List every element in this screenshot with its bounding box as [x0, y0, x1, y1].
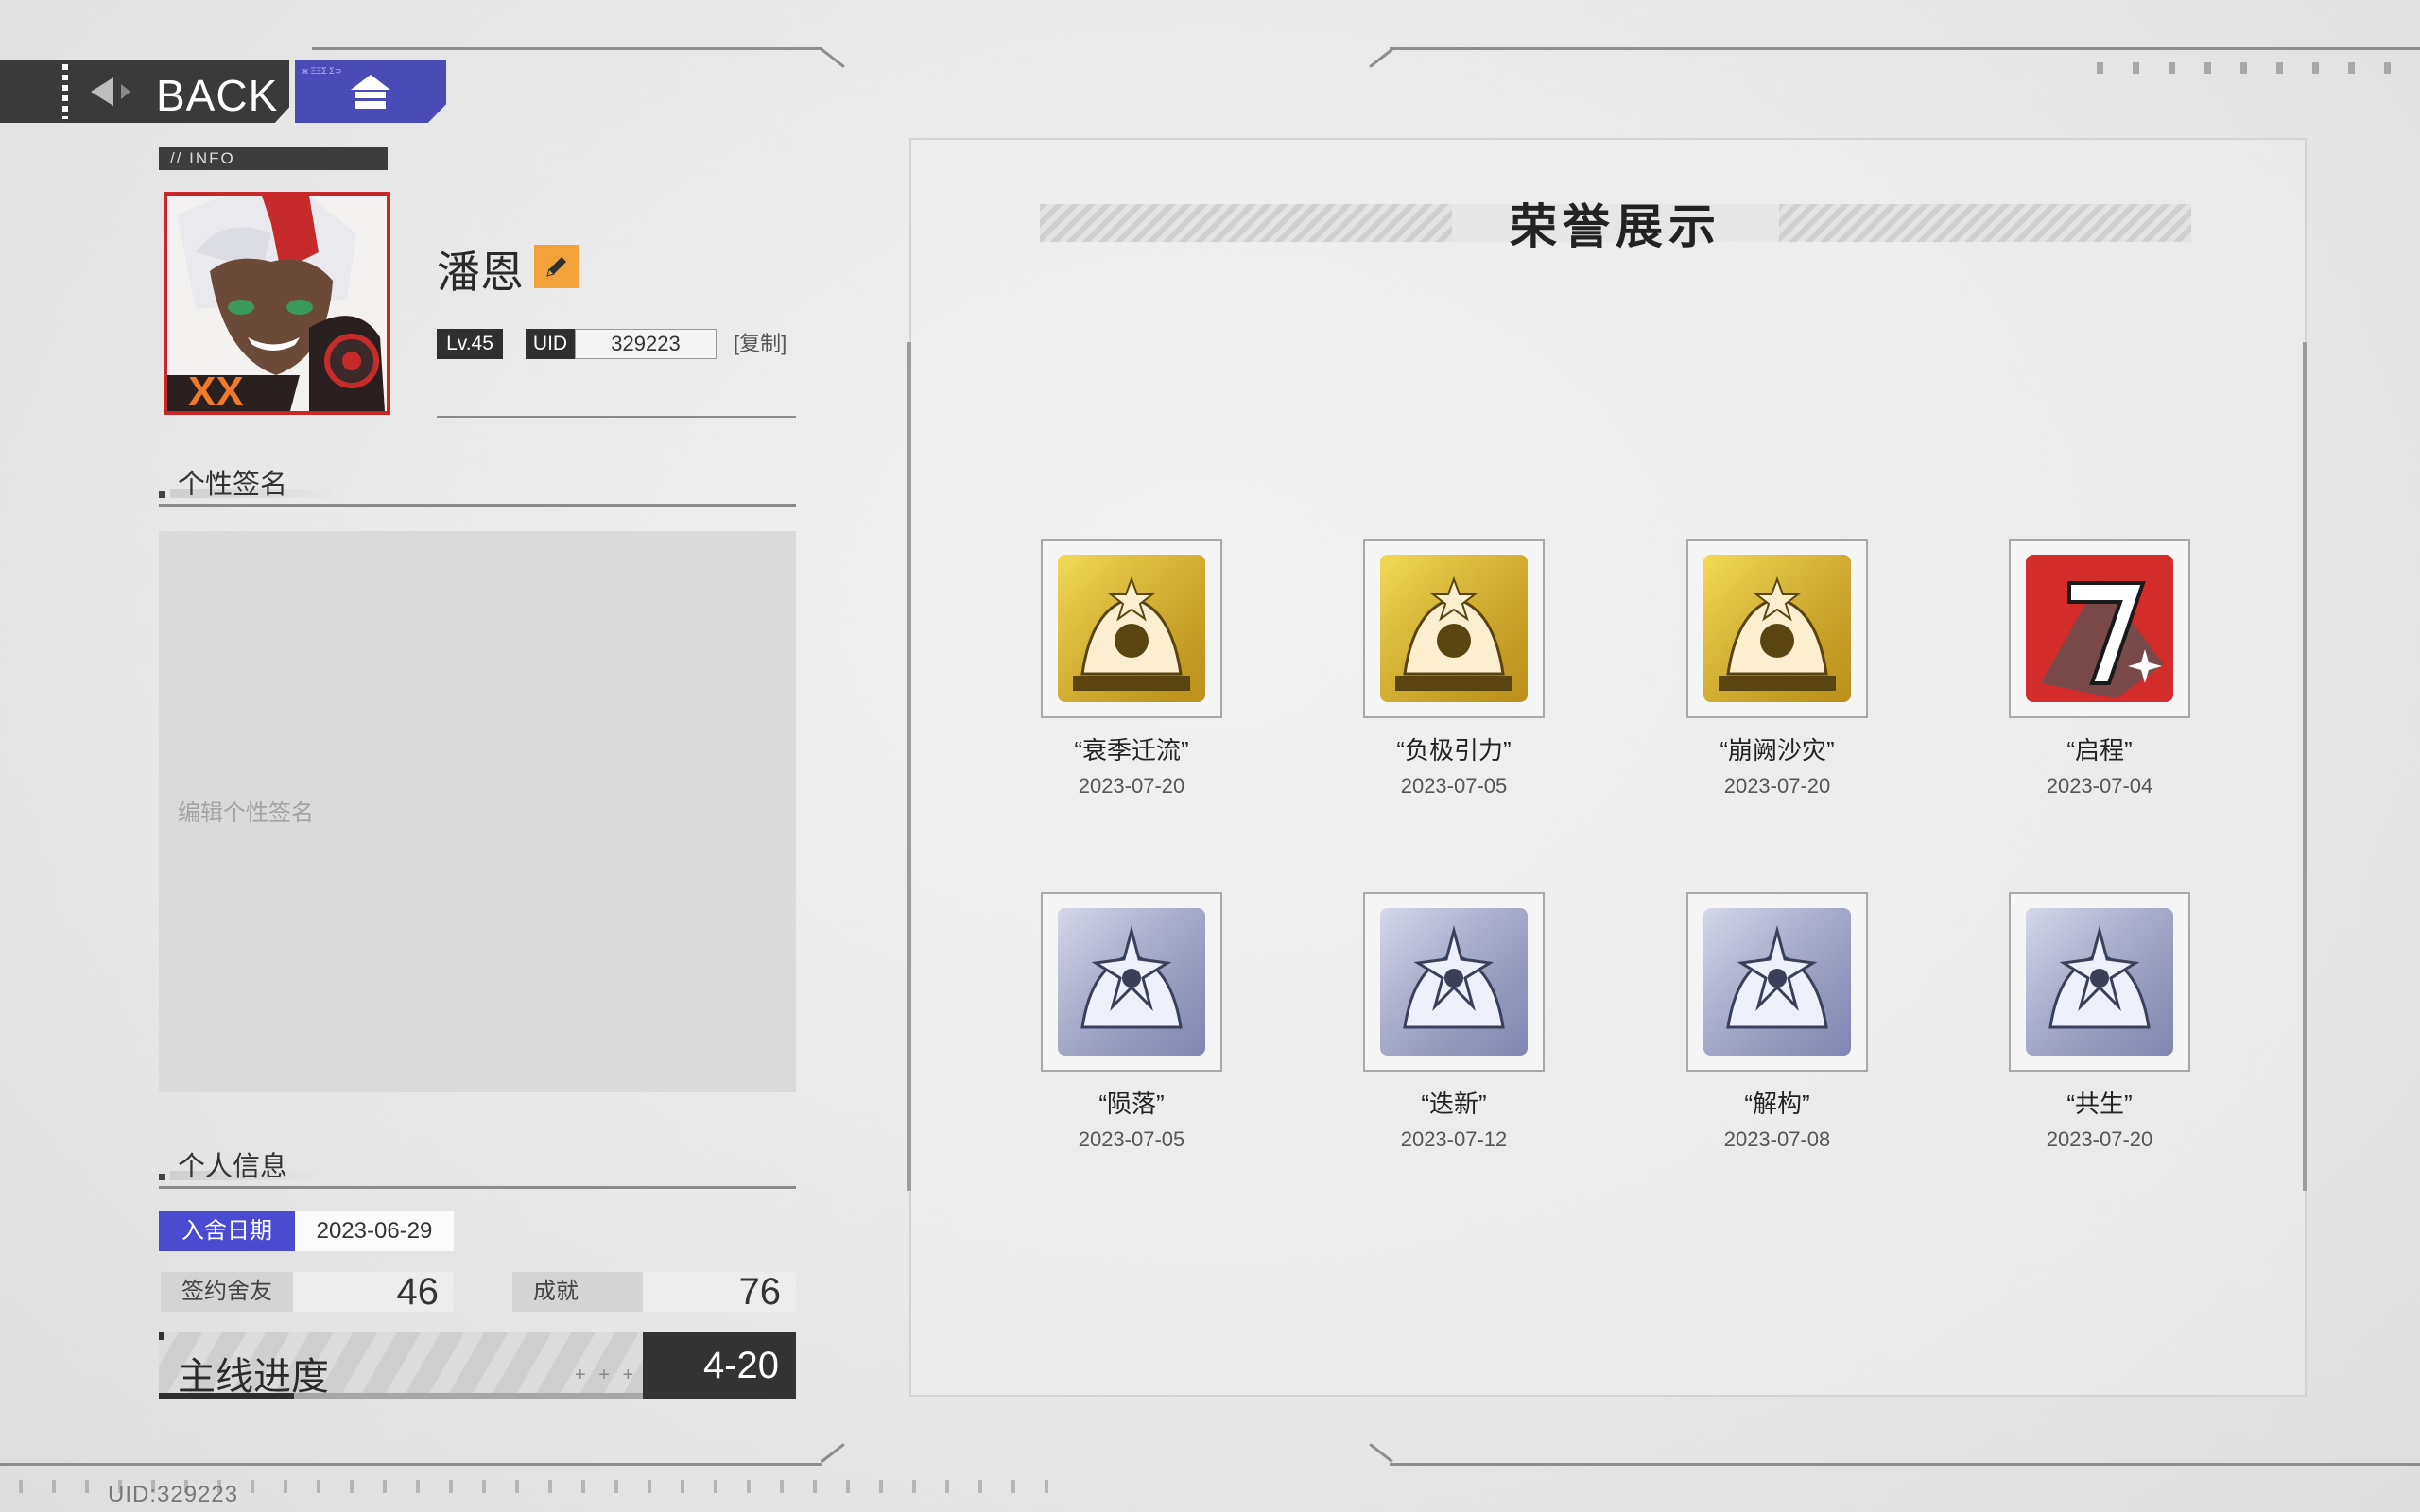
achievements-label: 成就: [512, 1272, 643, 1312]
bottom-frame-corner-right: [1369, 1443, 1393, 1463]
top-frame-right: [1390, 47, 2420, 50]
medal-name: “解构”: [1744, 1090, 1810, 1118]
honor-panel-left-edge: [908, 342, 911, 1191]
avatar-portrait-icon: XX: [167, 196, 387, 411]
medal-item[interactable]: “共生” 2023-07-20: [2009, 892, 2190, 1152]
medal-date: 2023-07-20: [1723, 774, 1831, 798]
medal-date: 2023-07-05: [1400, 774, 1508, 798]
uid-value: 329223: [575, 329, 717, 359]
personal-info-section-title: 个人信息: [178, 1152, 288, 1182]
progress-plus-marks: + + +: [575, 1365, 638, 1385]
join-date-label: 入舍日期: [159, 1211, 295, 1251]
medal-date: 2023-07-12: [1400, 1127, 1508, 1151]
medal-item[interactable]: “启程” 2023-07-04: [2009, 539, 2190, 799]
medal-frame: [2009, 892, 2190, 1072]
medal-item[interactable]: “解构” 2023-07-08: [1686, 892, 1868, 1152]
gold-figure-medal-icon: [1380, 555, 1528, 702]
medal-name: “崩阙沙灾”: [1720, 736, 1835, 765]
signature-input[interactable]: 编辑个性签名: [159, 531, 796, 1092]
progress-value: 4-20: [643, 1332, 796, 1399]
gold-mech-medal-icon: [1058, 555, 1205, 702]
medal-date: 2023-07-04: [2046, 774, 2153, 798]
avatar[interactable]: XX: [164, 192, 390, 415]
medal-item[interactable]: “崩阙沙灾” 2023-07-20: [1686, 539, 1868, 799]
player-name: 潘恩: [437, 248, 524, 297]
level-badge: Lv.45: [437, 329, 503, 359]
progress-bar-fill: [159, 1393, 295, 1399]
info-tag: // INFO: [159, 147, 388, 170]
medal-frame: [1686, 892, 1868, 1072]
medal-frame: [1363, 892, 1545, 1072]
medal-frame: [1686, 539, 1868, 718]
medal-frame: [1041, 539, 1222, 718]
silver-helmet-medal-icon: [2026, 908, 2173, 1056]
signature-placeholder: 编辑个性签名: [178, 800, 314, 826]
medal-item[interactable]: “负极引力” 2023-07-05: [1363, 539, 1545, 799]
achievements-value: 76: [643, 1272, 796, 1312]
medal-item[interactable]: “陨落” 2023-07-05: [1041, 892, 1222, 1152]
main-story-progress[interactable]: 主线进度 + + + 4-20: [159, 1332, 796, 1399]
top-frame-corner-right: [1369, 48, 1393, 68]
medal-date: 2023-07-20: [2046, 1127, 2153, 1151]
pencil-icon: [546, 257, 566, 277]
top-nav: BACK ж ΞΞΣ Σ⊃: [0, 60, 446, 123]
medal-frame: [1041, 892, 1222, 1072]
gold-crown-medal-icon: [1703, 555, 1851, 702]
progress-pin: [159, 1332, 164, 1340]
friends-value: 46: [293, 1272, 454, 1312]
progress-bar: [159, 1393, 643, 1399]
honor-panel-right-edge: [2303, 342, 2307, 1191]
bottom-frame-left: [0, 1463, 822, 1466]
medal-name: “负极引力”: [1396, 736, 1512, 765]
back-button[interactable]: BACK: [0, 60, 289, 123]
red-seven-medal-icon: [2026, 555, 2173, 702]
medal-item[interactable]: “迭新” 2023-07-12: [1363, 892, 1545, 1152]
medal-item[interactable]: “衰季迁流” 2023-07-20: [1041, 539, 1222, 799]
medal-name: “陨落”: [1098, 1090, 1165, 1118]
silver-cross-medal-icon: [1380, 908, 1528, 1056]
silver-clapper-medal-icon: [1703, 908, 1851, 1056]
home-button-micro-text: ж ΞΞΣ Σ⊃: [302, 66, 342, 76]
footer-uid: UID:329223: [108, 1482, 239, 1507]
back-arrow-secondary-icon: [121, 84, 130, 99]
svg-text:XX: XX: [188, 369, 244, 411]
medal-name: “衰季迁流”: [1074, 736, 1189, 765]
back-arrow-icon: [91, 77, 113, 106]
personal-info-section-header: 个人信息: [159, 1151, 796, 1189]
section-header-dot: [159, 491, 165, 498]
top-frame-left: [312, 47, 822, 50]
copy-uid-button[interactable]: [复制]: [734, 329, 786, 359]
medal-frame: [2009, 539, 2190, 718]
medal-date: 2023-07-20: [1078, 774, 1185, 798]
back-button-stripe: [62, 64, 68, 119]
honor-title: 荣誉展示: [1510, 200, 1721, 253]
signature-section-header: 个性签名: [159, 469, 796, 507]
uid-label: UID: [526, 329, 575, 359]
medal-name: “启程”: [2066, 736, 2133, 765]
top-tick-marks: [2097, 62, 2420, 74]
home-icon: [351, 75, 390, 109]
home-button[interactable]: ж ΞΞΣ Σ⊃: [295, 60, 446, 123]
back-button-label: BACK: [156, 71, 279, 120]
medal-date: 2023-07-08: [1723, 1127, 1831, 1151]
medal-frame: [1363, 539, 1545, 718]
medal-name: “共生”: [2066, 1090, 2133, 1118]
info-divider: [437, 416, 796, 418]
medal-date: 2023-07-05: [1078, 1127, 1185, 1151]
medal-name: “迭新”: [1421, 1090, 1487, 1118]
section-header-dot: [159, 1174, 165, 1180]
edit-name-button[interactable]: [534, 245, 579, 288]
signature-section-title: 个性签名: [178, 470, 288, 500]
silver-star-medal-icon: [1058, 908, 1205, 1056]
top-frame-corner-left: [821, 48, 845, 68]
friends-label: 签约舍友: [161, 1272, 293, 1312]
bottom-frame-right: [1390, 1463, 2420, 1466]
join-date-value: 2023-06-29: [295, 1211, 454, 1251]
bottom-frame-corner-left: [821, 1443, 845, 1463]
